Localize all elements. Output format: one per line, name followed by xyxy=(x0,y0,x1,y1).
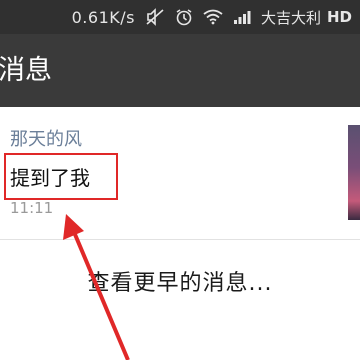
signal-icon xyxy=(233,9,251,25)
app-header: 消息 xyxy=(0,34,360,107)
load-earlier-messages-button[interactable]: 查看更早的消息... xyxy=(0,265,360,297)
page-title: 消息 xyxy=(0,55,52,86)
message-item[interactable]: 那天的风 提到了我 11:11 xyxy=(0,107,360,240)
network-type: HD xyxy=(326,8,352,26)
carrier-name: 大吉大利 xyxy=(260,8,321,27)
message-time: 11:11 xyxy=(10,199,54,217)
message-sender[interactable]: 那天的风 xyxy=(10,125,82,151)
alarm-icon xyxy=(175,8,193,26)
message-content: 提到了我 xyxy=(10,166,90,190)
network-speed: 0.61K/s xyxy=(71,7,135,27)
post-thumbnail[interactable] xyxy=(348,125,360,220)
status-bar: 0.61K/s 大吉大利 HD xyxy=(0,0,360,34)
wifi-icon xyxy=(203,9,223,25)
mute-icon xyxy=(145,8,165,26)
